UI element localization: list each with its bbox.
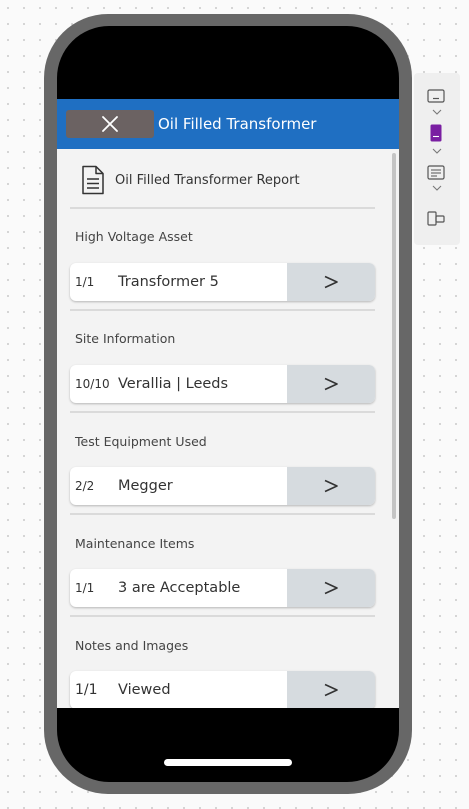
- open-button[interactable]: [287, 671, 375, 708]
- record-count: 10/10: [75, 377, 110, 391]
- record-row-high-voltage-asset[interactable]: 1/1 Transformer 5: [70, 263, 375, 301]
- phone-screen: Oil Filled Transformer Oil Filled Transf…: [57, 26, 399, 782]
- record-row-test-equipment[interactable]: 2/2 Megger: [70, 467, 375, 505]
- divider: [70, 615, 375, 617]
- record-row-site-information[interactable]: 10/10 Verallia | Leeds: [70, 365, 375, 403]
- open-button[interactable]: [287, 365, 375, 403]
- chevron-right-icon: [324, 581, 338, 595]
- app-content[interactable]: Oil Filled Transformer Report High Volta…: [57, 149, 399, 708]
- divider: [70, 513, 375, 515]
- divider: [70, 309, 375, 311]
- color-swatch-icon[interactable]: [430, 124, 442, 142]
- open-button[interactable]: [287, 467, 375, 505]
- chevron-right-icon: [324, 683, 338, 697]
- record-row-notes-and-images[interactable]: 1/1 Viewed: [70, 671, 375, 708]
- form-icon[interactable]: [427, 165, 445, 180]
- document-icon: [82, 165, 104, 195]
- divider: [70, 207, 375, 209]
- app-header: Oil Filled Transformer: [57, 99, 399, 149]
- record-row-maintenance-items[interactable]: 1/1 3 are Acceptable: [70, 569, 375, 607]
- record-count: 2/2: [75, 479, 95, 493]
- chevron-right-icon: [324, 275, 338, 289]
- report-title: Oil Filled Transformer Report: [115, 172, 300, 188]
- divider: [70, 411, 375, 413]
- chevron-down-icon[interactable]: [432, 148, 442, 154]
- record-value: Verallia | Leeds: [118, 376, 229, 392]
- close-button[interactable]: [66, 110, 154, 138]
- record-value: Transformer 5: [118, 274, 219, 290]
- side-toolbar: [414, 73, 460, 245]
- section-label-notes-and-images: Notes and Images: [75, 638, 189, 653]
- section-label-site-information: Site Information: [75, 331, 176, 346]
- page-title: Oil Filled Transformer: [158, 115, 317, 133]
- close-icon: [102, 116, 118, 132]
- record-count: 1/1: [75, 581, 95, 595]
- screen-icon[interactable]: [427, 89, 445, 103]
- section-label-maintenance-items: Maintenance Items: [75, 536, 195, 551]
- chevron-right-icon: [324, 479, 338, 493]
- section-label-high-voltage-asset: High Voltage Asset: [75, 229, 193, 244]
- record-value: Megger: [118, 478, 173, 494]
- component-icon[interactable]: [427, 211, 445, 226]
- chevron-down-icon[interactable]: [432, 109, 442, 115]
- chevron-right-icon: [324, 377, 338, 391]
- record-value: 3 are Acceptable: [118, 580, 241, 596]
- chevron-down-icon[interactable]: [432, 185, 442, 191]
- scrollbar[interactable]: [392, 153, 396, 519]
- record-value: Viewed: [118, 682, 171, 698]
- record-count: 1/1: [75, 275, 95, 289]
- home-indicator: [164, 759, 292, 766]
- open-button[interactable]: [287, 569, 375, 607]
- record-count: 1/1: [75, 682, 98, 698]
- section-label-test-equipment: Test Equipment Used: [75, 434, 207, 449]
- open-button[interactable]: [287, 263, 375, 301]
- report-header: Oil Filled Transformer Report: [81, 165, 300, 195]
